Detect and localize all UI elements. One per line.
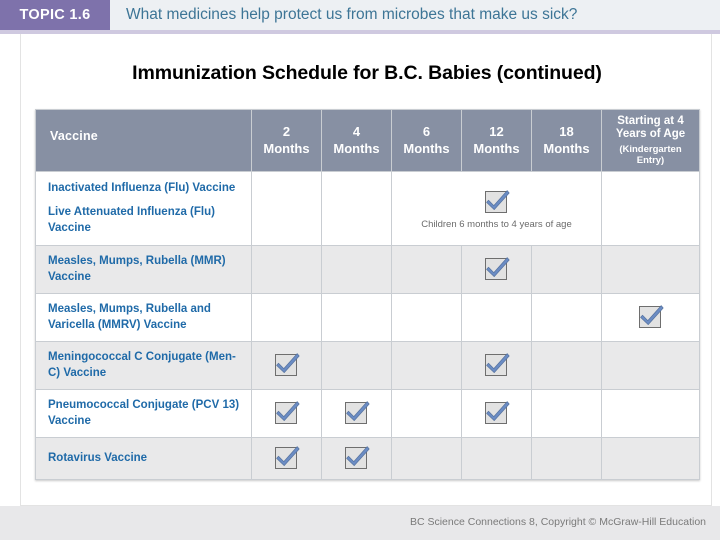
column-header-6-months-number: 6 [422, 124, 431, 140]
vaccine-name-label: Live Attenuated Influenza (Flu) Vaccine [48, 206, 215, 234]
copyright-text: BC Science Connections 8, Copyright © Mc… [409, 516, 706, 528]
column-header-4-months: 4 Months [321, 109, 392, 172]
column-header-6-months-unit: Months [403, 140, 450, 156]
schedule-cell [251, 437, 322, 481]
checkmark-icon [274, 443, 300, 470]
vaccine-name-label: Measles, Mumps, Rubella and Varicella (M… [48, 303, 211, 331]
checkmark-icon [484, 350, 510, 377]
immunization-schedule-table: Vaccine 2 Months 4 Months 6 Months 12 Mo… [35, 109, 700, 481]
table-row: Inactivated Influenza (Flu) Vaccine Live … [35, 171, 700, 246]
slide-content-frame: Immunization Schedule for B.C. Babies (c… [20, 34, 712, 506]
checkmark-icon [484, 187, 510, 213]
vaccine-name-cell: Pneumococcal Conjugate (PCV 13) Vaccine [35, 389, 252, 439]
column-header-kindergarten-main: Starting at 4 Years of Age [615, 114, 686, 141]
schedule-cell [251, 341, 322, 391]
schedule-cell [391, 437, 462, 481]
table-header: Vaccine 2 Months 4 Months 6 Months 12 Mo… [35, 109, 700, 172]
schedule-cell [531, 437, 602, 481]
topic-badge: TOPIC 1.6 [0, 0, 110, 30]
vaccine-name-cell: Measles, Mumps, Rubella and Varicella (M… [35, 293, 252, 343]
schedule-cell [321, 171, 392, 246]
schedule-cell [531, 341, 602, 391]
column-header-2-months-number: 2 [282, 124, 291, 140]
vaccine-name-label: Rotavirus Vaccine [48, 451, 148, 464]
vaccine-name-label: Meningococcal C Conjugate (Men-C) Vaccin… [48, 351, 236, 379]
column-header-18-months-number: 18 [559, 124, 574, 140]
schedule-cell [601, 293, 700, 343]
column-header-kindergarten-sub: (Kindergarten Entry) [619, 144, 682, 167]
column-header-2-months-unit: Months [263, 140, 310, 156]
checkmark-icon [344, 398, 370, 425]
schedule-cell [601, 244, 700, 295]
schedule-cell [601, 437, 700, 481]
column-header-6-months: 6 Months [391, 109, 462, 172]
vaccine-name-label: Inactivated Influenza (Flu) Vaccine [48, 181, 236, 194]
schedule-cell [251, 244, 322, 295]
column-header-vaccine: Vaccine [35, 109, 252, 172]
table-row: Pneumococcal Conjugate (PCV 13) Vaccine [35, 389, 700, 439]
column-header-2-months: 2 Months [251, 109, 322, 172]
vaccine-name-cell: Rotavirus Vaccine [35, 437, 252, 481]
vaccine-name-cell: Meningococcal C Conjugate (Men-C) Vaccin… [35, 341, 252, 391]
schedule-cell [321, 341, 392, 391]
schedule-cell [461, 389, 532, 439]
schedule-cell [321, 389, 392, 439]
vaccine-name-cell: Inactivated Influenza (Flu) Vaccine Live … [35, 171, 252, 246]
column-header-18-months-unit: Months [543, 140, 590, 156]
table-header-row: Vaccine 2 Months 4 Months 6 Months 12 Mo… [35, 109, 700, 172]
column-header-kindergarten: Starting at 4 Years of Age (Kindergarten… [601, 109, 700, 172]
checkmark-icon [638, 302, 664, 329]
vaccine-name-cell: Measles, Mumps, Rubella (MMR) Vaccine [35, 244, 252, 295]
column-header-4-months-number: 4 [352, 124, 361, 140]
schedule-cell [391, 341, 462, 391]
schedule-cell [391, 389, 462, 439]
schedule-cell: Children 6 months to 4 years of age [391, 171, 602, 246]
column-header-18-months: 18 Months [531, 109, 602, 172]
schedule-cell [461, 341, 532, 391]
topic-question-text: What medicines help protect us from micr… [126, 6, 578, 23]
table-row: Meningococcal C Conjugate (Men-C) Vaccin… [35, 341, 700, 391]
schedule-cell [461, 437, 532, 481]
column-header-12-months-unit: Months [473, 140, 520, 156]
schedule-cell [531, 293, 602, 343]
checkmark-icon [274, 398, 300, 425]
schedule-cell [251, 293, 322, 343]
schedule-cell [601, 389, 700, 439]
checkmark-icon [274, 350, 300, 377]
cell-note-label: Children 6 months to 4 years of age [421, 219, 572, 230]
column-header-12-months: 12 Months [461, 109, 532, 172]
schedule-cell [601, 341, 700, 391]
vaccine-name-label: Measles, Mumps, Rubella (MMR) Vaccine [48, 255, 226, 283]
column-header-12-months-number: 12 [489, 124, 504, 140]
schedule-cell [461, 293, 532, 343]
table-body: Inactivated Influenza (Flu) Vaccine Live … [35, 171, 700, 481]
schedule-cell [601, 171, 700, 246]
schedule-cell [321, 244, 392, 295]
table-row: Measles, Mumps, Rubella (MMR) Vaccine [35, 244, 700, 295]
topic-header-bar: TOPIC 1.6 What medicines help protect us… [0, 0, 720, 30]
schedule-cell [531, 389, 602, 439]
schedule-cell [391, 293, 462, 343]
schedule-cell [321, 293, 392, 343]
table-row: Rotavirus Vaccine [35, 437, 700, 481]
table-row: Measles, Mumps, Rubella and Varicella (M… [35, 293, 700, 343]
column-header-4-months-unit: Months [333, 140, 380, 156]
page-title: Immunization Schedule for B.C. Babies (c… [132, 62, 602, 84]
checkmark-icon [484, 254, 510, 281]
vaccine-name-label: Pneumococcal Conjugate (PCV 13) Vaccine [48, 399, 240, 427]
schedule-cell [531, 244, 602, 295]
schedule-cell [251, 389, 322, 439]
schedule-cell [321, 437, 392, 481]
slide-canvas: Immunization Schedule for B.C. Babies (c… [0, 34, 720, 506]
schedule-cell [251, 171, 322, 246]
checkmark-icon [484, 398, 510, 425]
schedule-cell [461, 244, 532, 295]
checkmark-icon [344, 443, 370, 470]
schedule-cell [391, 244, 462, 295]
